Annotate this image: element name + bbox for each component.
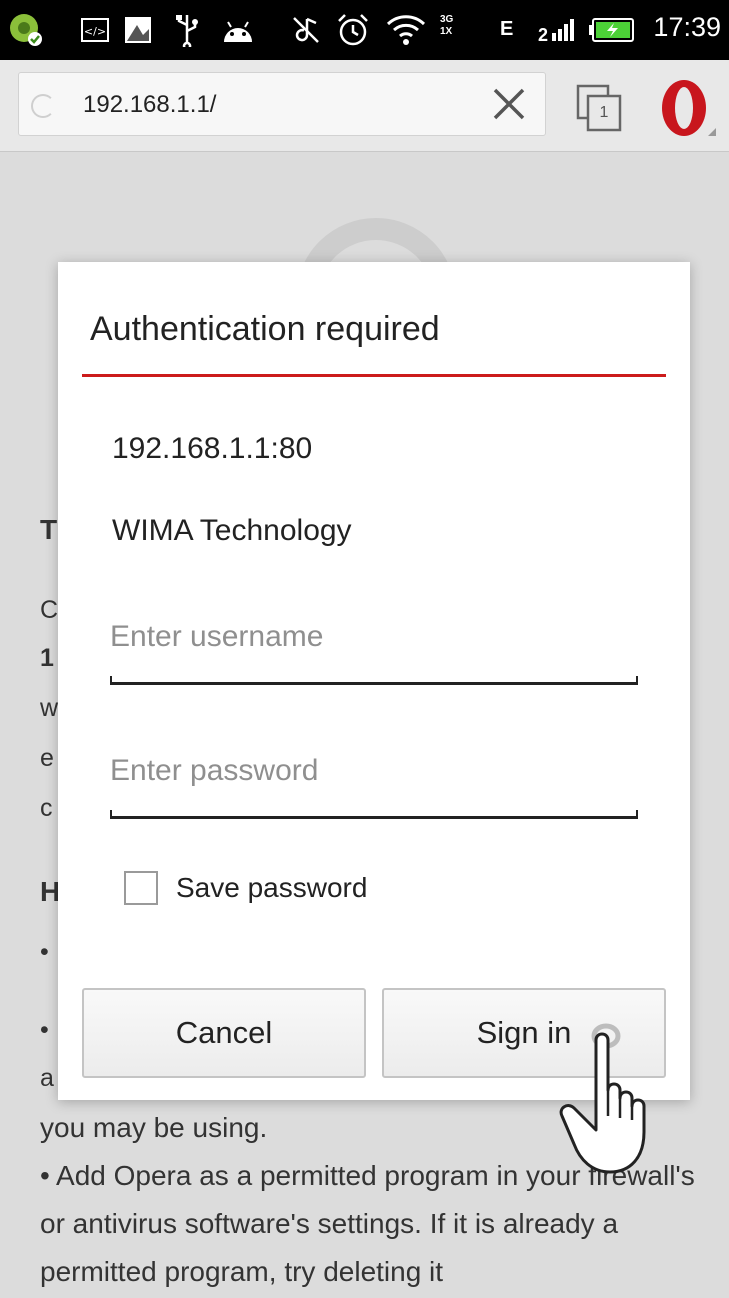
muted-icon — [288, 10, 324, 50]
auth-realm: WIMA Technology — [112, 514, 352, 547]
address-text[interactable]: 192.168.1.1/ — [83, 91, 216, 119]
svg-text:2: 2 — [538, 25, 548, 43]
battery-charging-icon — [588, 10, 636, 50]
alarm-icon — [334, 10, 372, 50]
tab-count: 1 — [599, 104, 609, 121]
host-address: 192.168.1.1:80 — [112, 432, 313, 465]
save-password-option[interactable]: Save password — [124, 868, 367, 908]
loading-spinner-icon — [31, 94, 55, 118]
usb-icon — [172, 10, 202, 50]
cancel-button[interactable]: Cancel — [82, 988, 366, 1078]
clock: 17:39 — [653, 12, 721, 42]
page-text-fragment: 1 — [40, 644, 54, 672]
opera-menu-button[interactable] — [654, 76, 720, 140]
signal-icon: 2 — [538, 10, 578, 50]
username-underline — [110, 676, 638, 685]
image-icon — [122, 10, 154, 50]
page-bullet-fragment: • — [40, 1016, 49, 1044]
opera-menu-icon — [662, 80, 716, 136]
password-field[interactable] — [110, 736, 638, 806]
wifi-icon — [386, 10, 426, 50]
save-password-checkbox[interactable] — [124, 871, 158, 905]
dialog-title: Authentication required — [90, 310, 440, 348]
mobile-data-icon: 3G 1X — [440, 14, 454, 37]
pointing-hand-icon — [556, 1020, 666, 1180]
android-icon — [218, 10, 258, 50]
status-bar: </> 3G 1X E 2 17:39 — [0, 0, 729, 60]
page-text-fragment: a — [40, 1064, 54, 1092]
network-type: E — [500, 18, 514, 40]
title-divider — [82, 374, 666, 377]
code-icon: </> — [80, 10, 110, 50]
svg-text:</>: </> — [84, 25, 106, 38]
username-field[interactable] — [110, 602, 638, 672]
authentication-dialog: Authentication required 192.168.1.1:80 W… — [58, 262, 690, 1100]
save-password-label: Save password — [176, 872, 368, 903]
page-heading-fragment: T — [40, 514, 58, 545]
page-text-fragment: C — [40, 596, 59, 624]
page-bullet-fragment: • — [40, 938, 49, 966]
tabs-button[interactable]: 1 — [574, 84, 624, 132]
page-text-fragment: w — [40, 694, 59, 722]
app-notification-icon — [6, 10, 46, 50]
clear-icon[interactable] — [487, 81, 531, 127]
password-underline — [110, 810, 638, 819]
page-text-fragment: c — [40, 794, 53, 822]
browser-toolbar: 192.168.1.1/ 1 — [0, 60, 729, 152]
page-text-fragment: e — [40, 744, 54, 772]
address-bar[interactable]: 192.168.1.1/ — [18, 72, 546, 136]
